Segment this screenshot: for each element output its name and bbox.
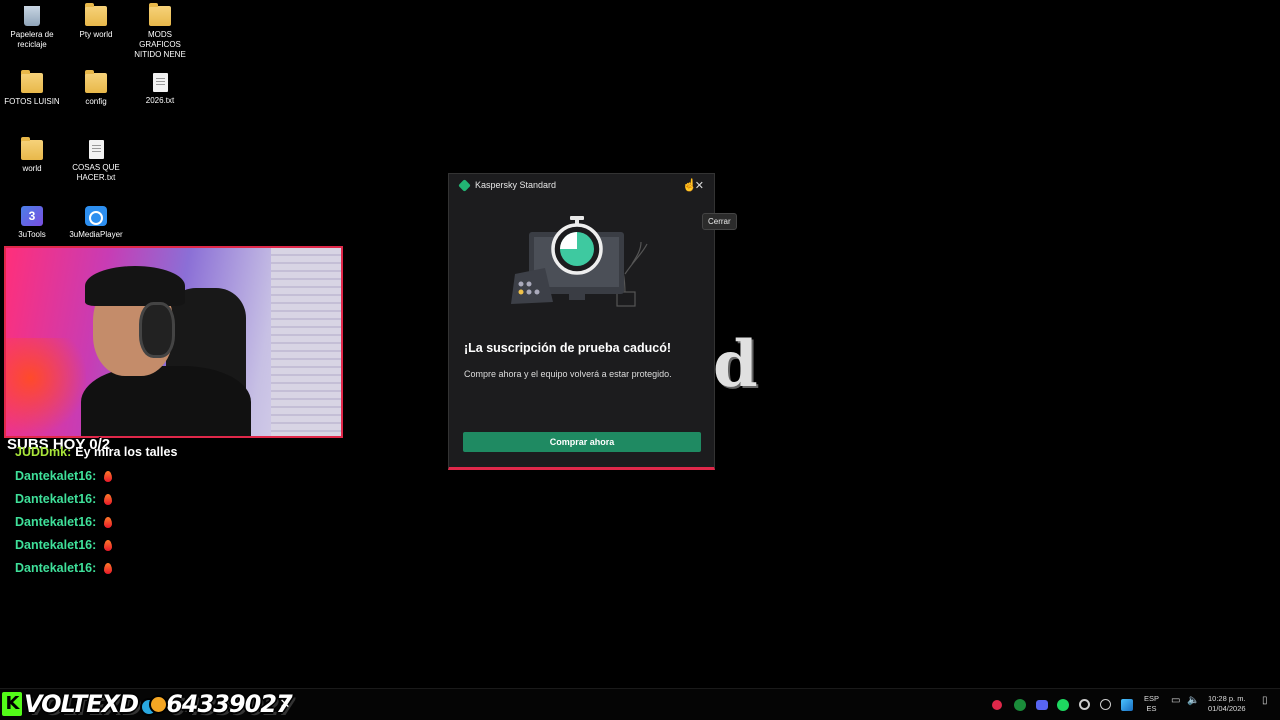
volume-icon[interactable]: 🔈 bbox=[1187, 695, 1199, 706]
expired-timer-illustration bbox=[511, 216, 648, 307]
gothic-letter-decoration: d bbox=[713, 327, 758, 402]
tray-sync-icon[interactable] bbox=[1014, 699, 1026, 711]
chat-username: JUDDmk: bbox=[15, 445, 72, 459]
streamer-points-overlay: K VOLTEXD 64339027 bbox=[2, 689, 293, 719]
webcam-red-light bbox=[6, 338, 86, 436]
folder-icon bbox=[21, 70, 43, 93]
streamer-cap bbox=[85, 266, 185, 306]
chat-text: Ey mira los talles bbox=[75, 445, 178, 459]
desktop-icon-recycle-bin[interactable]: Papelera de reciclaje bbox=[0, 6, 64, 50]
chat-message: Dantekalet16: bbox=[15, 561, 113, 575]
hand-cursor-icon: ☝ bbox=[682, 178, 697, 192]
buy-now-button[interactable]: Comprar ahora bbox=[463, 432, 701, 452]
keyboard-layout: ES bbox=[1146, 704, 1157, 713]
dialog-body-text: Compre ahora y el equipo volverá a estar… bbox=[464, 369, 672, 379]
tray-network-app-icon[interactable] bbox=[1121, 699, 1133, 711]
chat-message: Dantekalet16: bbox=[15, 538, 113, 552]
desktop-icon-label: config bbox=[85, 97, 107, 106]
folder-icon bbox=[85, 70, 107, 93]
text-file-icon bbox=[88, 140, 104, 159]
taskbar: K VOLTEXD 64339027 ✕ ESP ES ▭ 🔈 10:28 p.… bbox=[0, 688, 1280, 720]
chat-message: Dantekalet16: bbox=[15, 492, 113, 506]
coins-icon bbox=[140, 694, 169, 716]
desktop-icon-label: 3uTools bbox=[18, 230, 46, 239]
desktop-icon-config[interactable]: config bbox=[64, 70, 128, 107]
chat-username: Dantekalet16: bbox=[15, 561, 97, 575]
desktop-icon-label: 3uMediaPlayer bbox=[69, 230, 123, 239]
points-count: 64339027 bbox=[166, 690, 293, 718]
language-indicator[interactable]: ESP ES bbox=[1144, 694, 1159, 714]
desktop-icon-mods-graficos[interactable]: MODS GRAFICOS NITIDO NENE bbox=[128, 3, 192, 60]
language-code: ESP bbox=[1144, 694, 1160, 703]
headset-icon bbox=[139, 302, 175, 358]
desktop-icon-world[interactable]: world bbox=[0, 137, 64, 174]
fire-emoji-icon bbox=[104, 562, 113, 574]
3umediaplayer-icon bbox=[85, 206, 107, 226]
recycle-bin-icon bbox=[24, 6, 40, 26]
chat-message: Dantekalet16: bbox=[15, 469, 113, 483]
tray-app-icon[interactable] bbox=[992, 700, 1002, 710]
desktop-icon-2026-txt[interactable]: 2026.txt bbox=[128, 73, 192, 106]
fire-emoji-icon bbox=[104, 470, 113, 482]
3utools-icon: 3 bbox=[21, 206, 43, 226]
kaspersky-logo-icon bbox=[458, 178, 471, 192]
clock[interactable]: 10:28 p. m. 01/04/2026 bbox=[1208, 694, 1246, 714]
dialog-title: Kaspersky Standard bbox=[475, 180, 557, 190]
chat-username: Dantekalet16: bbox=[15, 492, 97, 506]
fire-emoji-icon bbox=[104, 539, 113, 551]
stopwatch-icon bbox=[551, 216, 603, 275]
discord-icon[interactable] bbox=[1036, 700, 1048, 710]
tray-settings-icon[interactable] bbox=[1100, 699, 1111, 710]
clock-date: 01/04/2026 bbox=[1208, 704, 1246, 713]
folder-icon bbox=[21, 137, 43, 160]
spotify-icon[interactable] bbox=[1057, 699, 1069, 711]
capcut-taskbar-icon[interactable]: ✕ bbox=[276, 695, 294, 713]
chat-message: JUDDmk: Ey mira los talles bbox=[15, 445, 177, 459]
desktop-icon-pty-world[interactable]: Pty world bbox=[64, 3, 128, 40]
chat-username: Dantekalet16: bbox=[15, 538, 97, 552]
webcam-overlay bbox=[4, 246, 343, 438]
folder-icon bbox=[85, 3, 107, 26]
fire-emoji-icon bbox=[104, 516, 113, 528]
desktop-icon-label: Pty world bbox=[79, 30, 113, 39]
folder-icon bbox=[149, 3, 171, 26]
clock-time: 10:28 p. m. bbox=[1208, 694, 1246, 703]
streamer-name: VOLTEXD bbox=[24, 690, 139, 718]
webcam-streamer bbox=[81, 266, 251, 436]
streamer-body bbox=[81, 366, 251, 436]
notifications-icon[interactable]: ▯ bbox=[1262, 695, 1268, 706]
desktop-icon-label: COSAS QUE HACER.txt bbox=[72, 163, 120, 182]
fire-emoji-icon bbox=[104, 493, 113, 505]
dialog-heading: ¡La suscripción de prueba caducó! bbox=[464, 341, 671, 355]
desktop-icon-3umediaplayer[interactable]: 3uMediaPlayer bbox=[64, 206, 128, 240]
dialog-titlebar: Kaspersky Standard bbox=[458, 178, 557, 192]
desktop-icon-label: 2026.txt bbox=[145, 96, 175, 105]
kick-logo-icon: K bbox=[2, 692, 22, 716]
kaspersky-dialog: Kaspersky Standard ✕ ¡La suscripción de bbox=[448, 173, 715, 470]
chat-message: Dantekalet16: bbox=[15, 515, 113, 529]
chat-username: Dantekalet16: bbox=[15, 469, 97, 483]
text-file-icon bbox=[152, 73, 168, 92]
desktop-icon-label: MODS GRAFICOS NITIDO NENE bbox=[134, 30, 186, 59]
desktop-icon-3utools[interactable]: 3 3uTools bbox=[0, 206, 64, 240]
desktop-icon-fotos-luisin[interactable]: FOTOS LUISIN bbox=[0, 70, 64, 107]
network-icon[interactable]: ▭ bbox=[1171, 695, 1180, 706]
desktop-icon-label: Papelera de reciclaje bbox=[10, 30, 54, 49]
chat-username: Dantekalet16: bbox=[15, 515, 97, 529]
webcam-background-blinds bbox=[271, 248, 341, 436]
desktop-icon-label: FOTOS LUISIN bbox=[4, 97, 60, 106]
close-tooltip: Cerrar bbox=[702, 213, 737, 230]
steam-icon[interactable] bbox=[1079, 699, 1090, 710]
desktop-icon-cosas-que-hacer[interactable]: COSAS QUE HACER.txt bbox=[64, 140, 128, 183]
desktop-icon-label: world bbox=[22, 164, 42, 173]
